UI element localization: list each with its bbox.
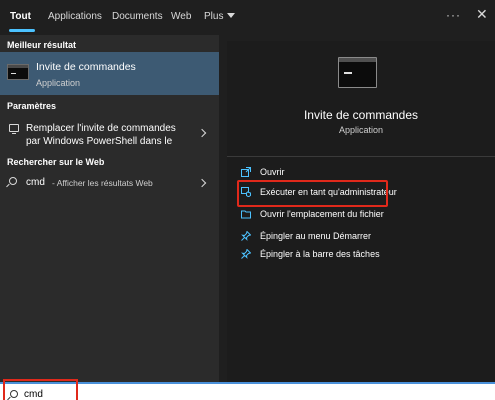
action-open-file-location[interactable]: Ouvrir l'emplacement du fichier: [227, 206, 495, 224]
search-tab-bar: Tout Applications Documents Web Plus ···…: [0, 0, 495, 35]
tab-all[interactable]: Tout: [10, 11, 31, 22]
command-prompt-icon: [338, 57, 377, 88]
open-icon: [241, 167, 251, 177]
chevron-right-icon[interactable]: [197, 178, 207, 188]
divider: [227, 156, 495, 157]
web-result-hint: - Afficher les résultats Web: [52, 178, 153, 188]
tab-more-label: Plus: [204, 11, 224, 22]
settings-heading: Paramètres: [7, 101, 57, 111]
action-open-label: Ouvrir: [260, 167, 285, 177]
action-open-file-location-label: Ouvrir l'emplacement du fichier: [260, 209, 384, 219]
settings-result-item[interactable]: Remplacer l'invite de commandes par Wind…: [0, 118, 219, 152]
action-pin-taskbar[interactable]: Épingler à la barre des tâches: [227, 246, 495, 264]
command-prompt-icon: [7, 64, 29, 80]
settings-result-line1: Remplacer l'invite de commandes: [26, 123, 176, 134]
best-result-heading: Meilleur résultat: [7, 40, 77, 50]
web-result-query: cmd: [26, 177, 45, 188]
highlight-box: [3, 379, 78, 400]
monitor-icon: [9, 124, 19, 134]
close-icon[interactable]: ✕: [476, 6, 490, 22]
tab-web[interactable]: Web: [171, 11, 191, 22]
best-result-subtitle: Application: [36, 78, 81, 88]
chevron-down-icon: [227, 12, 236, 18]
action-pin-start-label: Épingler au menu Démarrer: [260, 231, 372, 241]
folder-icon: [241, 210, 251, 219]
highlight-box: [237, 180, 388, 207]
settings-result-line2: par Windows PowerShell dans le: [26, 136, 173, 147]
pin-icon: [241, 231, 251, 241]
tab-more[interactable]: Plus: [204, 11, 236, 22]
active-tab-indicator: [9, 29, 35, 32]
action-pin-start[interactable]: Épingler au menu Démarrer: [227, 228, 495, 246]
details-subtitle: Application: [338, 125, 384, 135]
search-icon: [9, 177, 17, 185]
web-result-item[interactable]: cmd - Afficher les résultats Web: [0, 172, 219, 194]
details-pane: Invite de commandes Application Ouvrir E…: [227, 41, 495, 382]
action-pin-taskbar-label: Épingler à la barre des tâches: [260, 249, 380, 259]
results-pane: Meilleur résultat Invite de commandes Ap…: [0, 35, 219, 382]
tab-documents[interactable]: Documents: [112, 11, 163, 22]
details-title: Invite de commandes: [303, 108, 419, 122]
tab-applications[interactable]: Applications: [48, 11, 102, 22]
web-search-heading: Rechercher sur le Web: [7, 157, 105, 167]
chevron-right-icon[interactable]: [197, 128, 207, 138]
best-result-title: Invite de commandes: [36, 61, 136, 73]
best-result-item[interactable]: Invite de commandes Application: [0, 52, 219, 95]
pin-icon: [241, 249, 251, 259]
more-icon[interactable]: ···: [446, 8, 460, 22]
